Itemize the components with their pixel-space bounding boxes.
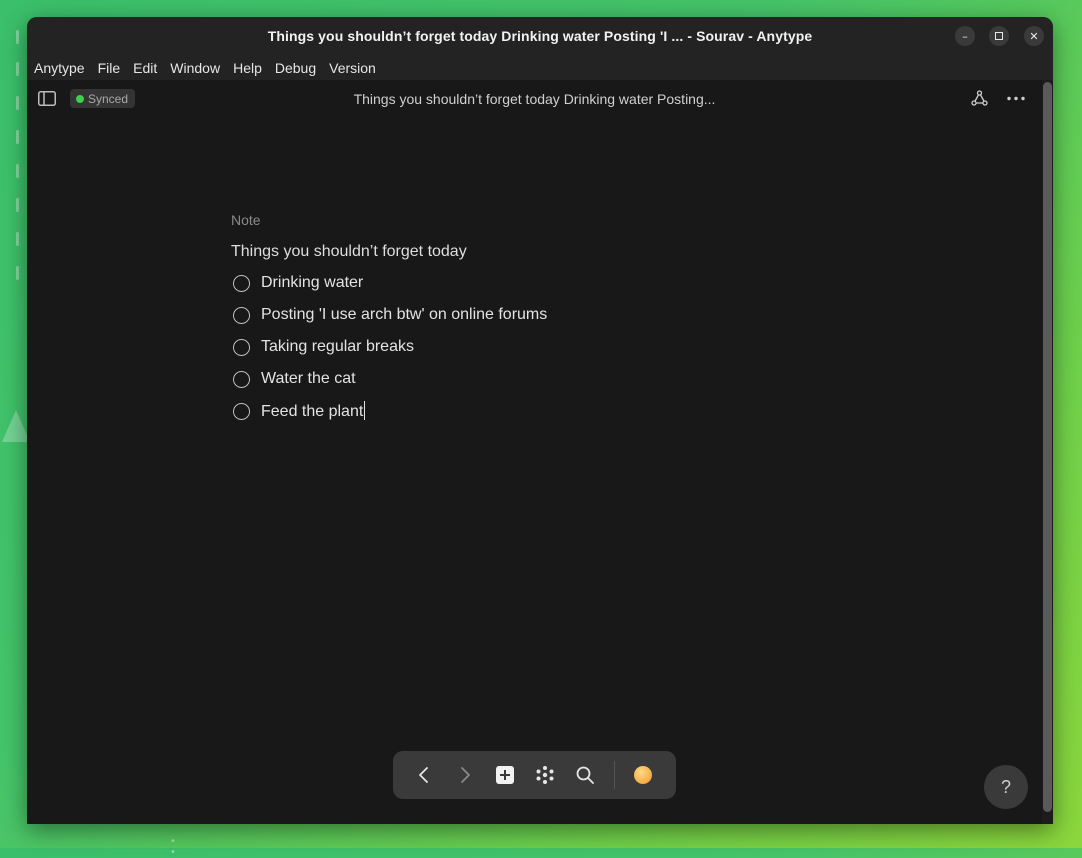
graph-icon[interactable]: [971, 90, 988, 107]
bottom-navbar: [393, 751, 676, 799]
scrollbar[interactable]: [1042, 80, 1053, 824]
task-text[interactable]: Drinking water: [261, 274, 363, 292]
maximize-button[interactable]: [989, 26, 1009, 46]
title-bar: Things you shouldn’t forget today Drinki…: [27, 17, 1053, 55]
avatar[interactable]: [634, 766, 652, 784]
checkbox-icon[interactable]: [233, 402, 250, 420]
menu-file[interactable]: File: [98, 60, 121, 76]
close-icon: ✕: [1029, 29, 1039, 43]
more-options-icon[interactable]: [1006, 90, 1026, 107]
graph-view-button[interactable]: [533, 763, 557, 787]
note-title[interactable]: Things you shouldn’t forget today: [231, 243, 931, 267]
task-item[interactable]: Posting 'I use arch btw' on online forum…: [231, 299, 931, 331]
forward-arrow-icon: [461, 767, 470, 783]
app-window: Things you shouldn’t forget today Drinki…: [27, 17, 1053, 824]
object-type-label[interactable]: Note: [231, 212, 931, 234]
checkbox-icon[interactable]: [233, 306, 250, 324]
task-item[interactable]: Feed the plant: [231, 395, 931, 427]
menu-edit[interactable]: Edit: [133, 60, 157, 76]
navbar-divider: [614, 761, 615, 789]
task-text[interactable]: Posting 'I use arch btw' on online forum…: [261, 306, 547, 324]
menu-bar: Anytype File Edit Window Help Debug Vers…: [27, 55, 1053, 80]
maximize-icon: [995, 32, 1003, 40]
create-object-button[interactable]: [493, 763, 517, 787]
header-page-title: Things you shouldn’t forget today Drinki…: [353, 91, 716, 107]
page-header: Synced Things you shouldn’t forget today…: [27, 80, 1042, 118]
menu-debug[interactable]: Debug: [275, 60, 316, 76]
task-item[interactable]: Taking regular breaks: [231, 331, 931, 363]
checkbox-icon[interactable]: [233, 274, 250, 292]
task-item[interactable]: Drinking water: [231, 267, 931, 299]
task-item[interactable]: Water the cat: [231, 363, 931, 395]
forward-button[interactable]: [453, 763, 477, 787]
minimize-icon: –: [962, 29, 968, 43]
note-editor: Note Things you shouldn’t forget today D…: [231, 212, 931, 427]
task-text[interactable]: Water the cat: [261, 370, 356, 388]
menu-version[interactable]: Version: [329, 60, 376, 76]
back-arrow-icon: [419, 767, 428, 783]
search-icon: [576, 766, 594, 784]
help-label: ?: [1000, 776, 1011, 797]
task-text[interactable]: Taking regular breaks: [261, 338, 414, 356]
close-button[interactable]: ✕: [1024, 26, 1044, 46]
text-cursor: [364, 401, 366, 420]
checkbox-icon[interactable]: [233, 370, 250, 388]
scrollbar-thumb[interactable]: [1043, 82, 1052, 812]
minimize-button[interactable]: –: [955, 26, 975, 46]
plus-icon: [496, 766, 514, 784]
back-button[interactable]: [412, 763, 436, 787]
graph-dots-icon: [536, 766, 554, 784]
search-button[interactable]: [573, 763, 597, 787]
menu-anytype[interactable]: Anytype: [34, 60, 85, 76]
menu-window[interactable]: Window: [170, 60, 220, 76]
task-text-value: Feed the plant: [261, 403, 364, 420]
menu-help[interactable]: Help: [233, 60, 262, 76]
task-text[interactable]: Feed the plant: [261, 401, 366, 421]
window-title: Things you shouldn’t forget today Drinki…: [267, 28, 813, 44]
help-button[interactable]: ?: [984, 765, 1028, 809]
checkbox-icon[interactable]: [233, 338, 250, 356]
